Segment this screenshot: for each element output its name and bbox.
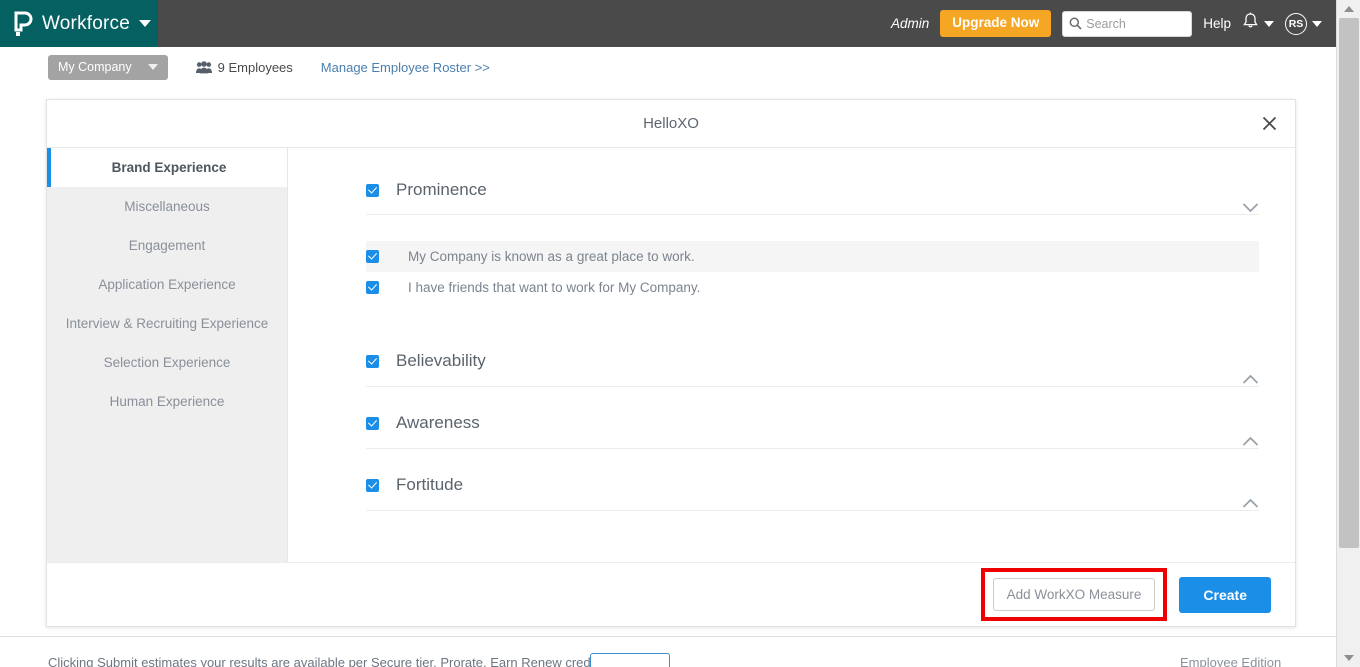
measure-group-prominence: Prominence My Company is known as a grea… [366, 180, 1259, 325]
p-logo-icon [10, 9, 36, 39]
upgrade-now-button[interactable]: Upgrade Now [940, 10, 1052, 37]
group-checkbox[interactable] [366, 416, 379, 430]
measure-group-header: Prominence [366, 180, 1259, 215]
page-bottom-strip: Clicking Submit estimates your results a… [0, 636, 1336, 667]
sidebar-item-interview-recruiting-experience[interactable]: Interview & Recruiting Experience [47, 304, 287, 343]
measure-group-header: Believability [366, 325, 1259, 387]
measure-group-fortitude: Fortitude [366, 449, 1259, 511]
people-icon [195, 61, 212, 74]
scroll-down-arrow-icon[interactable] [1337, 649, 1360, 667]
sidebar-item-label: Brand Experience [111, 160, 227, 175]
sidebar-item-selection-experience[interactable]: Selection Experience [47, 343, 287, 382]
caret-down-icon[interactable] [1264, 20, 1274, 27]
sidebar-item-miscellaneous[interactable]: Miscellaneous [47, 187, 287, 226]
add-measure-highlight: Add WorkXO Measure [980, 568, 1168, 621]
group-title: Believability [396, 351, 486, 370]
caret-down-icon[interactable] [139, 20, 152, 27]
measure-group-header: Awareness [366, 387, 1259, 449]
company-selector-label: My Company [58, 60, 132, 74]
item-label: My Company is known as a great place to … [408, 249, 695, 264]
chevron-down-icon[interactable] [1242, 200, 1259, 213]
modal-body: Brand Experience Miscellaneous Engagemen… [47, 148, 1295, 562]
search-input[interactable] [1086, 16, 1186, 31]
chevron-up-icon[interactable] [1242, 496, 1259, 508]
item-checkbox[interactable] [366, 250, 379, 263]
sidebar-item-engagement[interactable]: Engagement [47, 226, 287, 265]
close-icon[interactable] [1257, 112, 1281, 136]
sidebar-item-label: Miscellaneous [124, 199, 210, 214]
admin-label: Admin [890, 16, 930, 31]
measure-item-list: My Company is known as a great place to … [366, 215, 1259, 325]
sub-navigation-bar: My Company 9 Employees Manage Employee R… [0, 47, 1336, 88]
company-selector[interactable]: My Company [48, 55, 168, 80]
top-bar-right-cluster: Admin Upgrade Now Help RS [891, 10, 1336, 37]
top-navigation-bar: Workforce Admin Upgrade Now Help [0, 0, 1336, 47]
caret-down-icon [147, 64, 158, 70]
modal-footer: Add WorkXO Measure Create [47, 562, 1295, 626]
avatar[interactable]: RS [1285, 12, 1307, 35]
search-icon [1069, 17, 1082, 30]
employee-count: 9 Employees [195, 60, 293, 75]
measure-group-awareness: Awareness [366, 387, 1259, 449]
item-checkbox[interactable] [366, 281, 379, 294]
group-title: Awareness [396, 413, 480, 432]
sidebar-item-label: Engagement [128, 238, 206, 253]
measure-item-row[interactable]: My Company is known as a great place to … [366, 241, 1259, 272]
add-workxo-measure-button[interactable]: Add WorkXO Measure [992, 578, 1156, 611]
group-checkbox[interactable] [366, 183, 379, 197]
measure-group-believability: Believability [366, 325, 1259, 387]
help-link[interactable]: Help [1203, 16, 1231, 31]
group-title: Fortitude [396, 475, 464, 494]
employee-count-label: 9 Employees [217, 60, 293, 75]
sidebar-item-application-experience[interactable]: Application Experience [47, 265, 287, 304]
sidebar-item-brand-experience[interactable]: Brand Experience [47, 148, 287, 187]
user-menu[interactable]: RS [1285, 12, 1322, 35]
create-button[interactable]: Create [1179, 576, 1271, 613]
browser-scrollbar[interactable] [1336, 0, 1360, 667]
brand-name: Workforce [42, 12, 131, 34]
sidebar-item-label: Application Experience [98, 277, 236, 292]
sidebar-item-human-experience[interactable]: Human Experience [47, 382, 287, 421]
chevron-up-icon[interactable] [1242, 434, 1259, 446]
sidebar-item-label: Interview & Recruiting Experience [65, 316, 269, 331]
sidebar-item-label: Selection Experience [103, 355, 231, 370]
bell-icon[interactable] [1242, 12, 1259, 35]
search-box[interactable] [1062, 10, 1193, 37]
group-title: Prominence [396, 180, 487, 199]
helloxo-modal: HelloXO Brand Experience Miscellaneous E… [46, 99, 1296, 627]
group-checkbox[interactable] [366, 478, 379, 492]
sidebar-item-label: Human Experience [109, 394, 225, 409]
measure-group-header: Fortitude [366, 449, 1259, 511]
measure-item-row[interactable]: I have friends that want to work for My … [366, 272, 1259, 303]
manage-employee-roster-link[interactable]: Manage Employee Roster >> [321, 60, 490, 75]
caret-down-icon[interactable] [1312, 20, 1322, 27]
page-bottom-text: Clicking Submit estimates your results a… [48, 655, 608, 667]
modal-content: Prominence My Company is known as a grea… [288, 148, 1295, 562]
scroll-up-arrow-icon[interactable] [1337, 0, 1360, 18]
chevron-up-icon[interactable] [1242, 372, 1259, 384]
modal-sidebar: Brand Experience Miscellaneous Engagemen… [47, 148, 288, 562]
notifications-area[interactable] [1242, 12, 1274, 35]
group-checkbox[interactable] [366, 354, 379, 368]
edition-label: Employee Edition [1180, 655, 1282, 667]
scrollbar-thumb[interactable] [1339, 18, 1359, 548]
modal-title: HelloXO [643, 115, 699, 132]
brand-area[interactable]: Workforce [0, 0, 158, 47]
item-label: I have friends that want to work for My … [408, 280, 701, 295]
page-bottom-select[interactable] [590, 653, 670, 667]
modal-header: HelloXO [47, 100, 1295, 148]
